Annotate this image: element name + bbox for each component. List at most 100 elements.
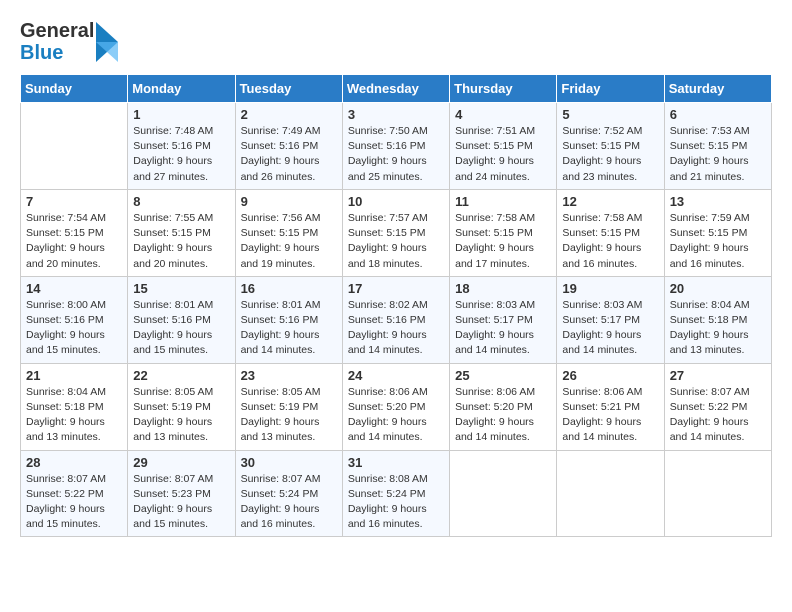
day-number: 6 (670, 107, 766, 122)
sunrise-label: Sunrise: 8:01 AM (241, 299, 321, 311)
daylight-label: Daylight: 9 hours and 18 minutes. (348, 242, 427, 269)
day-number: 15 (133, 281, 229, 296)
day-cell: 6 Sunrise: 7:53 AM Sunset: 5:15 PM Dayli… (664, 103, 771, 190)
day-number: 19 (562, 281, 658, 296)
sunset-label: Sunset: 5:18 PM (26, 401, 104, 413)
day-number: 14 (26, 281, 122, 296)
day-info: Sunrise: 8:07 AM Sunset: 5:23 PM Dayligh… (133, 472, 229, 533)
daylight-label: Daylight: 9 hours and 24 minutes. (455, 155, 534, 182)
sunrise-label: Sunrise: 8:00 AM (26, 299, 106, 311)
daylight-label: Daylight: 9 hours and 16 minutes. (241, 503, 320, 530)
day-cell: 22 Sunrise: 8:05 AM Sunset: 5:19 PM Dayl… (128, 363, 235, 450)
day-number: 5 (562, 107, 658, 122)
day-info: Sunrise: 8:08 AM Sunset: 5:24 PM Dayligh… (348, 472, 444, 533)
weekday-header-wednesday: Wednesday (342, 75, 449, 103)
sunset-label: Sunset: 5:23 PM (133, 488, 211, 500)
daylight-label: Daylight: 9 hours and 14 minutes. (455, 416, 534, 443)
day-cell: 1 Sunrise: 7:48 AM Sunset: 5:16 PM Dayli… (128, 103, 235, 190)
sunrise-label: Sunrise: 8:07 AM (241, 473, 321, 485)
day-cell: 27 Sunrise: 8:07 AM Sunset: 5:22 PM Dayl… (664, 363, 771, 450)
daylight-label: Daylight: 9 hours and 19 minutes. (241, 242, 320, 269)
daylight-label: Daylight: 9 hours and 25 minutes. (348, 155, 427, 182)
daylight-label: Daylight: 9 hours and 27 minutes. (133, 155, 212, 182)
page-header: General Blue (20, 20, 772, 64)
sunset-label: Sunset: 5:16 PM (241, 140, 319, 152)
calendar-header: SundayMondayTuesdayWednesdayThursdayFrid… (21, 75, 772, 103)
daylight-label: Daylight: 9 hours and 13 minutes. (133, 416, 212, 443)
sunset-label: Sunset: 5:18 PM (670, 314, 748, 326)
day-number: 11 (455, 194, 551, 209)
day-cell (450, 450, 557, 537)
sunset-label: Sunset: 5:17 PM (562, 314, 640, 326)
day-info: Sunrise: 7:53 AM Sunset: 5:15 PM Dayligh… (670, 124, 766, 185)
day-cell: 7 Sunrise: 7:54 AM Sunset: 5:15 PM Dayli… (21, 189, 128, 276)
day-number: 8 (133, 194, 229, 209)
day-number: 1 (133, 107, 229, 122)
sunset-label: Sunset: 5:16 PM (348, 140, 426, 152)
sunrise-label: Sunrise: 7:58 AM (455, 212, 535, 224)
day-number: 7 (26, 194, 122, 209)
daylight-label: Daylight: 9 hours and 13 minutes. (670, 329, 749, 356)
daylight-label: Daylight: 9 hours and 14 minutes. (562, 416, 641, 443)
sunset-label: Sunset: 5:16 PM (133, 140, 211, 152)
sunset-label: Sunset: 5:15 PM (241, 227, 319, 239)
sunrise-label: Sunrise: 7:51 AM (455, 125, 535, 137)
sunset-label: Sunset: 5:15 PM (348, 227, 426, 239)
sunrise-label: Sunrise: 8:01 AM (133, 299, 213, 311)
sunset-label: Sunset: 5:22 PM (26, 488, 104, 500)
weekday-header-sunday: Sunday (21, 75, 128, 103)
daylight-label: Daylight: 9 hours and 14 minutes. (348, 329, 427, 356)
daylight-label: Daylight: 9 hours and 20 minutes. (26, 242, 105, 269)
day-number: 10 (348, 194, 444, 209)
sunset-label: Sunset: 5:15 PM (133, 227, 211, 239)
daylight-label: Daylight: 9 hours and 23 minutes. (562, 155, 641, 182)
daylight-label: Daylight: 9 hours and 13 minutes. (26, 416, 105, 443)
day-cell: 2 Sunrise: 7:49 AM Sunset: 5:16 PM Dayli… (235, 103, 342, 190)
weekday-header-row: SundayMondayTuesdayWednesdayThursdayFrid… (21, 75, 772, 103)
day-cell: 28 Sunrise: 8:07 AM Sunset: 5:22 PM Dayl… (21, 450, 128, 537)
sunset-label: Sunset: 5:24 PM (241, 488, 319, 500)
day-info: Sunrise: 7:48 AM Sunset: 5:16 PM Dayligh… (133, 124, 229, 185)
sunset-label: Sunset: 5:16 PM (133, 314, 211, 326)
day-cell: 20 Sunrise: 8:04 AM Sunset: 5:18 PM Dayl… (664, 276, 771, 363)
day-cell: 18 Sunrise: 8:03 AM Sunset: 5:17 PM Dayl… (450, 276, 557, 363)
day-info: Sunrise: 7:58 AM Sunset: 5:15 PM Dayligh… (562, 211, 658, 272)
weekday-header-friday: Friday (557, 75, 664, 103)
sunset-label: Sunset: 5:15 PM (455, 227, 533, 239)
daylight-label: Daylight: 9 hours and 16 minutes. (562, 242, 641, 269)
daylight-label: Daylight: 9 hours and 20 minutes. (133, 242, 212, 269)
sunset-label: Sunset: 5:16 PM (241, 314, 319, 326)
sunrise-label: Sunrise: 8:05 AM (241, 386, 321, 398)
sunrise-label: Sunrise: 7:50 AM (348, 125, 428, 137)
sunrise-label: Sunrise: 8:07 AM (26, 473, 106, 485)
sunrise-label: Sunrise: 7:52 AM (562, 125, 642, 137)
logo-container: General Blue (20, 20, 118, 64)
sunset-label: Sunset: 5:22 PM (670, 401, 748, 413)
daylight-label: Daylight: 9 hours and 21 minutes. (670, 155, 749, 182)
sunrise-label: Sunrise: 8:04 AM (670, 299, 750, 311)
day-number: 16 (241, 281, 337, 296)
day-cell: 10 Sunrise: 7:57 AM Sunset: 5:15 PM Dayl… (342, 189, 449, 276)
day-number: 29 (133, 455, 229, 470)
day-number: 25 (455, 368, 551, 383)
day-info: Sunrise: 7:52 AM Sunset: 5:15 PM Dayligh… (562, 124, 658, 185)
sunset-label: Sunset: 5:19 PM (241, 401, 319, 413)
daylight-label: Daylight: 9 hours and 14 minutes. (348, 416, 427, 443)
sunset-label: Sunset: 5:15 PM (670, 227, 748, 239)
sunrise-label: Sunrise: 8:03 AM (455, 299, 535, 311)
day-info: Sunrise: 7:58 AM Sunset: 5:15 PM Dayligh… (455, 211, 551, 272)
sunrise-label: Sunrise: 8:04 AM (26, 386, 106, 398)
day-cell: 8 Sunrise: 7:55 AM Sunset: 5:15 PM Dayli… (128, 189, 235, 276)
day-cell: 31 Sunrise: 8:08 AM Sunset: 5:24 PM Dayl… (342, 450, 449, 537)
day-info: Sunrise: 8:07 AM Sunset: 5:22 PM Dayligh… (26, 472, 122, 533)
day-cell (557, 450, 664, 537)
weekday-header-monday: Monday (128, 75, 235, 103)
weekday-header-tuesday: Tuesday (235, 75, 342, 103)
week-row-3: 14 Sunrise: 8:00 AM Sunset: 5:16 PM Dayl… (21, 276, 772, 363)
day-cell (21, 103, 128, 190)
logo-chevron-icon (96, 22, 118, 62)
day-info: Sunrise: 8:00 AM Sunset: 5:16 PM Dayligh… (26, 298, 122, 359)
day-cell (664, 450, 771, 537)
daylight-label: Daylight: 9 hours and 16 minutes. (348, 503, 427, 530)
sunset-label: Sunset: 5:24 PM (348, 488, 426, 500)
